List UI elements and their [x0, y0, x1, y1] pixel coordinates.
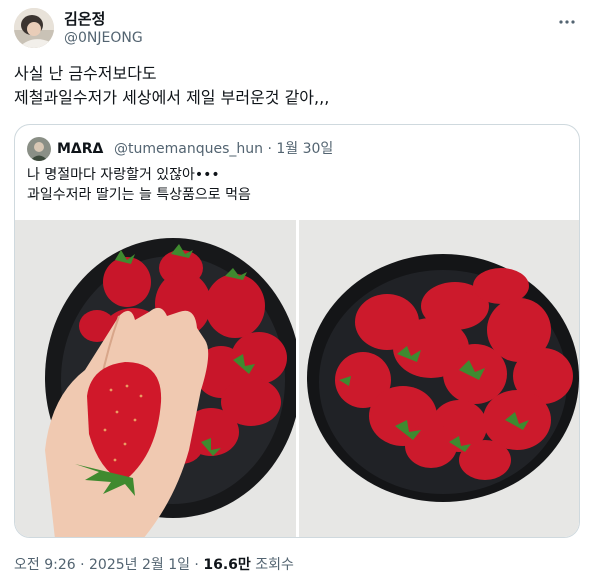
quoted-author-avatar [27, 137, 51, 161]
tweet-text: 사실 난 금수저보다도 제철과일수저가 세상에서 제일 부러운것 같아,,, [14, 62, 574, 110]
quoted-text-line: 과일수저라 딸기는 늘 특상품으로 먹음 [27, 187, 251, 203]
author-handle[interactable]: @0NJEONG [64, 29, 143, 48]
tweet-text-line: 제철과일수저가 세상에서 제일 부러운것 같아,,, [14, 88, 330, 107]
tweet-timestamp[interactable]: 오전 9:26 · 2025년 2월 1일 · [14, 557, 203, 573]
more-options-button[interactable] [555, 10, 579, 34]
tweet-card: 김온정 @0NJEONG 사실 난 금수저보다도 제철과일수저가 세상에서 제일… [0, 0, 595, 577]
quoted-tweet-text: 나 명절마다 자랑할거 있잖아••• 과일수저라 딸기는 늘 특상품으로 먹음 [27, 165, 567, 205]
quoted-text-line: 나 명절마다 자랑할거 있잖아••• [27, 167, 220, 183]
views-label: 조회수 [250, 557, 294, 573]
quoted-author-name: MΔRΔ [57, 141, 104, 157]
quoted-tweet-header: MΔRΔ @tumemanques_hun · 1월 30일 [27, 137, 567, 161]
strawberry-photo-hand[interactable] [15, 220, 296, 537]
tweet-text-line: 사실 난 금수저보다도 [14, 64, 157, 83]
quoted-author-handle-date: @tumemanques_hun · 1월 30일 [114, 141, 334, 157]
tweet-header: 김온정 @0NJEONG [14, 8, 581, 48]
quoted-tweet[interactable]: MΔRΔ @tumemanques_hun · 1월 30일 나 명절마다 자랑… [14, 124, 580, 538]
strawberry-photo-bowl[interactable] [299, 220, 579, 537]
more-horizontal-icon [559, 20, 575, 24]
author-names: 김온정 @0NJEONG [64, 10, 143, 48]
author-avatar[interactable] [14, 8, 54, 48]
views-count: 16.6만 [203, 557, 251, 573]
author-display-name[interactable]: 김온정 [64, 10, 143, 29]
quoted-media [15, 220, 579, 537]
tweet-meta: 오전 9:26 · 2025년 2월 1일 · 16.6만 조회수 [14, 556, 294, 574]
